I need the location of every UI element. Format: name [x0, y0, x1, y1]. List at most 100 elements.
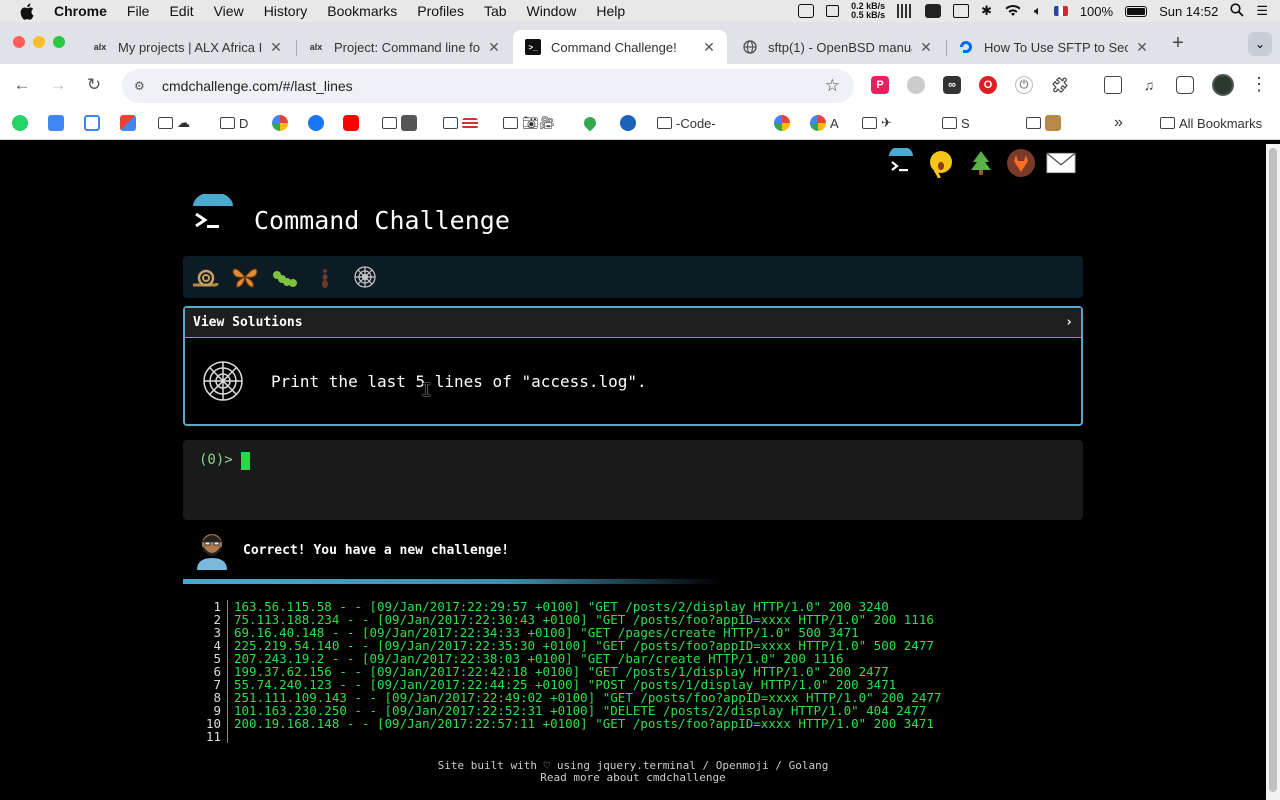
tree-icon[interactable] — [966, 148, 996, 178]
control-center-icon[interactable]: ☰ — [1256, 3, 1268, 19]
menu-history[interactable]: History — [264, 3, 308, 19]
menu-tab[interactable]: Tab — [484, 3, 507, 19]
tab-sftp-manual[interactable]: sftp(1) - OpenBSD manual pages ✕ — [730, 30, 944, 64]
new-tab-button[interactable]: + — [1168, 33, 1188, 54]
bluetooth-icon[interactable]: ✱ — [981, 3, 992, 19]
profile-avatar[interactable] — [1212, 74, 1234, 96]
menu-window[interactable]: Window — [527, 3, 577, 19]
extension-gray-icon[interactable] — [907, 76, 925, 94]
view-solutions-header[interactable]: View Solutions › — [185, 308, 1081, 338]
tab-how-to-sftp[interactable]: How To Use SFTP to Securely Transfer Fil… — [946, 30, 1160, 64]
battery-icon[interactable] — [1125, 5, 1148, 17]
tab-command-line-project[interactable]: alx Project: Command line for beginners … — [296, 30, 512, 64]
tab-command-challenge[interactable]: >_ Command Challenge! ✕ — [513, 30, 727, 64]
read-more-link[interactable]: Read more about cmdchallenge — [0, 772, 1266, 784]
copy-icon[interactable] — [826, 5, 840, 17]
menu-app-name[interactable]: Chrome — [54, 3, 107, 19]
reload-button[interactable]: ↻ — [84, 75, 104, 95]
bookmark-folder-d[interactable]: D — [220, 114, 248, 132]
caterpillar-icon[interactable] — [271, 263, 299, 291]
apple-logo-icon[interactable] — [20, 3, 38, 20]
bookmark-folder-box[interactable] — [1026, 114, 1061, 132]
zoom-window-button[interactable] — [53, 36, 65, 48]
minimize-window-button[interactable] — [33, 36, 45, 48]
battery-percent[interactable]: 100% — [1080, 4, 1113, 19]
menu-file[interactable]: File — [127, 3, 150, 19]
network-speed[interactable]: 0.2 kB/s 0.5 kB/s — [851, 2, 885, 20]
close-window-button[interactable] — [13, 36, 25, 48]
snail-icon[interactable] — [191, 263, 219, 291]
bookmark-google-2[interactable] — [774, 114, 790, 132]
close-tab-icon[interactable]: ✕ — [1134, 39, 1150, 56]
page-scrollbar[interactable] — [1266, 144, 1280, 800]
extensions-puzzle-icon[interactable]: 🧩︎ — [1050, 76, 1070, 94]
menu-help[interactable]: Help — [596, 3, 625, 19]
volume-icon[interactable]: 🔈︎ — [1034, 3, 1042, 19]
bookmark-calendar[interactable] — [84, 114, 100, 132]
butterfly-icon[interactable] — [231, 263, 259, 291]
pocket-extension-icon[interactable]: P — [871, 76, 889, 94]
wifi-icon[interactable] — [1004, 3, 1022, 20]
address-bar[interactable]: ⚙ cmdchallenge.com/#/last_lines ☆ — [122, 69, 854, 103]
media-controls-icon[interactable]: ♫ — [1140, 76, 1158, 94]
ant-icon[interactable] — [311, 263, 339, 291]
bookmark-whatsapp[interactable] — [12, 114, 28, 132]
menu-bookmarks[interactable]: Bookmarks — [327, 3, 397, 19]
tab-alx-projects[interactable]: alx My projects | ALX Africa Intranet ✕ — [80, 30, 294, 64]
site-info-icon[interactable]: ⚙ — [134, 79, 150, 93]
bookmark-translate[interactable] — [48, 114, 64, 132]
close-tab-icon[interactable]: ✕ — [701, 39, 717, 56]
menubar-clock[interactable]: Sun 14:52 — [1159, 4, 1218, 19]
gitlab-icon[interactable] — [1006, 148, 1036, 178]
bookmarks-overflow-icon[interactable]: » — [1114, 114, 1123, 132]
forward-button[interactable]: → — [48, 75, 68, 95]
terminal-link-icon[interactable] — [886, 148, 916, 178]
menu-edit[interactable]: Edit — [169, 3, 193, 19]
spotlight-search-icon[interactable] — [1230, 2, 1244, 20]
terminal-cursor — [240, 452, 250, 470]
terminal-input[interactable]: (0)> — [183, 440, 1083, 520]
bookmark-edge[interactable] — [620, 114, 636, 132]
cast-icon[interactable] — [1104, 76, 1122, 94]
close-tab-icon[interactable]: ✕ — [918, 39, 934, 56]
menu-view[interactable]: View — [214, 3, 244, 19]
bookmark-youtube[interactable] — [343, 114, 359, 132]
bookmark-facebook[interactable] — [308, 114, 324, 132]
close-tab-icon[interactable]: ✕ — [486, 39, 502, 56]
back-button[interactable]: ← — [12, 75, 32, 95]
menu-profiles[interactable]: Profiles — [417, 3, 464, 19]
keyboard-flag-icon[interactable] — [1053, 6, 1068, 16]
tab-search-button[interactable]: ⌄ — [1248, 32, 1272, 56]
cpu-graph-icon[interactable] — [897, 4, 914, 18]
url-text[interactable]: cmdchallenge.com/#/last_lines — [162, 78, 825, 94]
bookmark-maps[interactable] — [581, 114, 599, 132]
spider-web-icon[interactable] — [351, 263, 379, 291]
bookmark-google-a[interactable]: A — [810, 114, 839, 132]
challenge-progress-bar — [183, 256, 1083, 298]
folder-app-icon[interactable] — [925, 4, 942, 18]
bookmark-folder-us[interactable] — [443, 114, 478, 132]
bookmark-star-icon[interactable]: ☆ — [825, 76, 840, 96]
tab-title: Project: Command line for beginners — [334, 39, 480, 55]
power-extension-icon[interactable]: ⏻ — [1015, 76, 1033, 94]
app-a-icon[interactable] — [798, 4, 815, 18]
bookmark-gmail[interactable] — [120, 114, 136, 132]
all-bookmarks-button[interactable]: All Bookmarks — [1160, 114, 1262, 132]
bookmark-folder-media[interactable] — [382, 114, 417, 132]
airplay-icon[interactable] — [953, 4, 970, 18]
bookmark-folder-camera[interactable]: 📷︎🎥︎ — [503, 114, 555, 132]
yawning-face-icon[interactable] — [926, 148, 956, 178]
close-tab-icon[interactable]: ✕ — [268, 39, 284, 56]
mail-icon[interactable] — [1046, 148, 1076, 178]
bookmark-folder-travel[interactable]: ✈ — [862, 114, 892, 132]
bookmark-google[interactable] — [272, 114, 288, 132]
bookmark-folder-code[interactable]: -Code- — [657, 114, 716, 132]
scrollbar-thumb[interactable] — [1269, 148, 1277, 792]
opera-extension-icon[interactable]: O — [979, 76, 997, 94]
extension-link-icon[interactable]: ∞ — [943, 76, 961, 94]
chrome-menu-icon[interactable]: ⋮ — [1250, 74, 1268, 94]
bookmark-folder-cloud[interactable]: ☁ — [158, 114, 190, 132]
google-icon — [774, 115, 790, 131]
side-panel-icon[interactable] — [1176, 76, 1194, 94]
bookmark-folder-s[interactable]: S — [942, 114, 970, 132]
